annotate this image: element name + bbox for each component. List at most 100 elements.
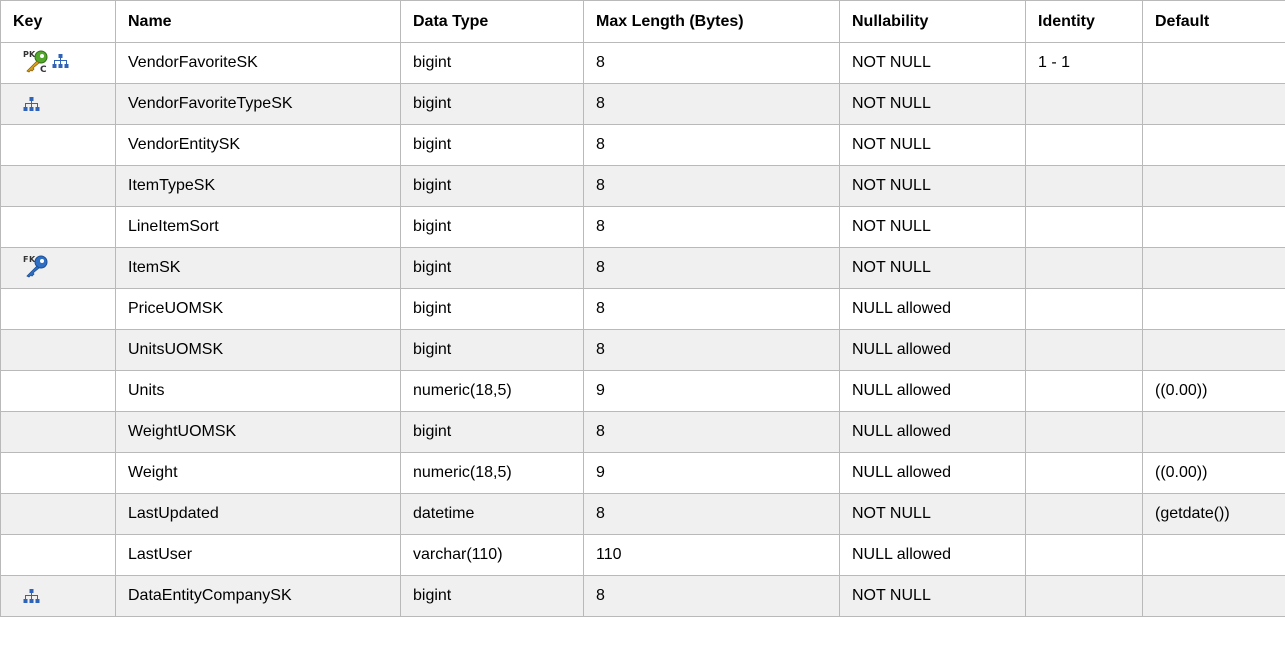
- default-value-cell: [1142, 165, 1285, 207]
- nullability-cell: NOT NULL: [839, 206, 1026, 248]
- key-cell: [0, 124, 116, 166]
- max-length-cell: 9: [583, 370, 840, 412]
- max-length-cell: 8: [583, 42, 840, 84]
- data-type-cell: bigint: [400, 575, 584, 617]
- table-row: Units numeric(18,5) 9 NULL allowed ((0.00)): [0, 370, 1285, 412]
- key-icons: [23, 583, 40, 609]
- column-name-cell: LastUser: [115, 534, 401, 576]
- table-row: P K C VendorFavoriteSK bigint 8 NOT NULL 1 - 1: [0, 42, 1285, 84]
- hierarchy-icon: [23, 96, 40, 112]
- nullability-cell: NOT NULL: [839, 575, 1026, 617]
- max-length-cell: 8: [583, 411, 840, 453]
- key-icons: [23, 91, 40, 117]
- key-cell: [0, 165, 116, 207]
- data-type-cell: bigint: [400, 124, 584, 166]
- default-value-cell: [1142, 124, 1285, 166]
- identity-cell: [1025, 575, 1143, 617]
- max-length-cell: 8: [583, 206, 840, 248]
- table-header: Key Name Data Type Max Length (Bytes) Nu…: [0, 0, 1285, 43]
- max-length-cell: 110: [583, 534, 840, 576]
- column-name-cell: UnitsUOMSK: [115, 329, 401, 371]
- table-body: P K C VendorFavoriteSK bigint 8 NOT NULL 1 - 1V…: [0, 42, 1285, 617]
- default-value-cell: [1142, 534, 1285, 576]
- svg-text:F: F: [23, 255, 28, 264]
- max-length-cell: 8: [583, 83, 840, 125]
- nullability-cell: NOT NULL: [839, 42, 1026, 84]
- nullability-cell: NOT NULL: [839, 83, 1026, 125]
- max-length-cell: 8: [583, 288, 840, 330]
- data-type-cell: numeric(18,5): [400, 370, 584, 412]
- default-value-cell: ((0.00)): [1142, 370, 1285, 412]
- default-value-cell: [1142, 575, 1285, 617]
- identity-cell: [1025, 493, 1143, 535]
- table-row: VendorFavoriteTypeSK bigint 8 NOT NULL: [0, 83, 1285, 125]
- header-max-length: Max Length (Bytes): [583, 0, 840, 43]
- key-cell: [0, 329, 116, 371]
- nullability-cell: NULL allowed: [839, 411, 1026, 453]
- key-cell: [0, 411, 116, 453]
- identity-cell: [1025, 288, 1143, 330]
- data-type-cell: bigint: [400, 83, 584, 125]
- default-value-cell: (getdate()): [1142, 493, 1285, 535]
- nullability-cell: NOT NULL: [839, 124, 1026, 166]
- header-row: Key Name Data Type Max Length (Bytes) Nu…: [0, 0, 1285, 43]
- key-icons: PKC: [23, 48, 69, 75]
- default-value-cell: [1142, 329, 1285, 371]
- table-row: UnitsUOMSK bigint 8 NULL allowed: [0, 329, 1285, 371]
- fk-key-icon: FK: [23, 254, 49, 278]
- table-row: F K ItemSK bigint 8 NOT NULL: [0, 247, 1285, 289]
- column-name-cell: DataEntityCompanySK: [115, 575, 401, 617]
- max-length-cell: 8: [583, 493, 840, 535]
- nullability-cell: NULL allowed: [839, 534, 1026, 576]
- column-name-cell: LastUpdated: [115, 493, 401, 535]
- key-icons: FK: [23, 253, 49, 279]
- default-value-cell: [1142, 411, 1285, 453]
- key-cell: [0, 493, 116, 535]
- key-cell: [0, 206, 116, 248]
- header-identity: Identity: [1025, 0, 1143, 43]
- column-name-cell: Units: [115, 370, 401, 412]
- nullability-cell: NULL allowed: [839, 370, 1026, 412]
- column-name-cell: Weight: [115, 452, 401, 494]
- nullability-cell: NULL allowed: [839, 452, 1026, 494]
- key-cell: [0, 83, 116, 125]
- table-row: WeightUOMSK bigint 8 NULL allowed: [0, 411, 1285, 453]
- identity-cell: [1025, 247, 1143, 289]
- data-type-cell: bigint: [400, 329, 584, 371]
- nullability-cell: NULL allowed: [839, 288, 1026, 330]
- key-cell: PKC: [0, 42, 116, 84]
- columns-table-container: Key Name Data Type Max Length (Bytes) Nu…: [0, 0, 1285, 617]
- key-cell: [0, 575, 116, 617]
- key-cell: [0, 288, 116, 330]
- nullability-cell: NULL allowed: [839, 329, 1026, 371]
- hierarchy-icon: [23, 588, 40, 604]
- max-length-cell: 8: [583, 247, 840, 289]
- max-length-cell: 8: [583, 165, 840, 207]
- column-name-cell: LineItemSort: [115, 206, 401, 248]
- default-value-cell: ((0.00)): [1142, 452, 1285, 494]
- default-value-cell: [1142, 206, 1285, 248]
- default-value-cell: [1142, 247, 1285, 289]
- table-row: Weight numeric(18,5) 9 NULL allowed ((0.00)): [0, 452, 1285, 494]
- header-key: Key: [0, 0, 116, 43]
- data-type-cell: bigint: [400, 411, 584, 453]
- column-name-cell: VendorFavoriteSK: [115, 42, 401, 84]
- column-name-cell: WeightUOMSK: [115, 411, 401, 453]
- identity-cell: [1025, 452, 1143, 494]
- nullability-cell: NOT NULL: [839, 247, 1026, 289]
- data-type-cell: bigint: [400, 42, 584, 84]
- table-row: LastUpdated datetime 8 NOT NULL (getdate()): [0, 493, 1285, 535]
- default-value-cell: [1142, 288, 1285, 330]
- identity-cell: 1 - 1: [1025, 42, 1143, 84]
- svg-text:C: C: [40, 65, 47, 73]
- column-name-cell: ItemTypeSK: [115, 165, 401, 207]
- column-name-cell: ItemSK: [115, 247, 401, 289]
- column-name-cell: VendorEntitySK: [115, 124, 401, 166]
- data-type-cell: numeric(18,5): [400, 452, 584, 494]
- table-row: PriceUOMSK bigint 8 NULL allowed: [0, 288, 1285, 330]
- max-length-cell: 8: [583, 124, 840, 166]
- nullability-cell: NOT NULL: [839, 493, 1026, 535]
- key-cell: FK: [0, 247, 116, 289]
- key-cell: [0, 452, 116, 494]
- column-name-cell: VendorFavoriteTypeSK: [115, 83, 401, 125]
